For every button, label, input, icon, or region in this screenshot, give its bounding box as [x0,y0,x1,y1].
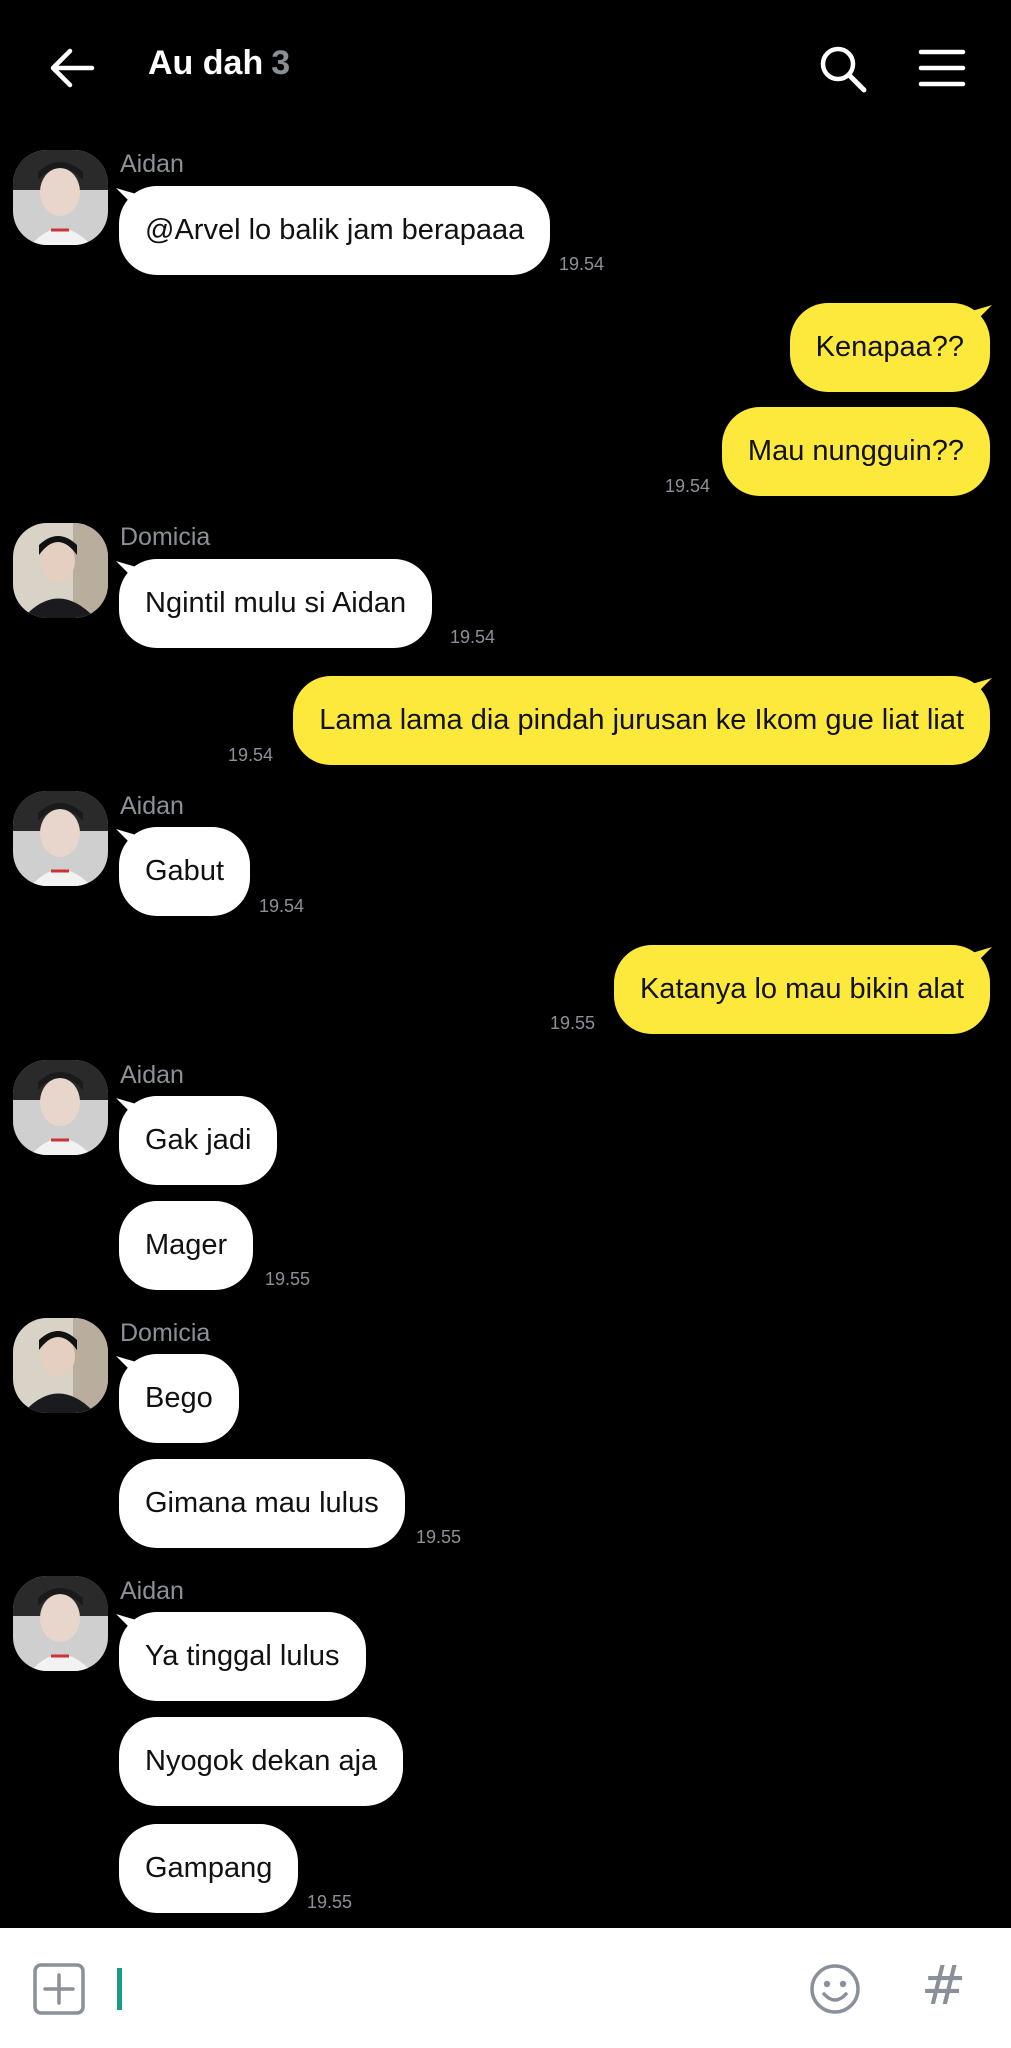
avatar-aidan[interactable] [13,791,108,886]
sender-name: Aidan [120,1061,184,1089]
message-time: 19.54 [450,627,496,647]
message-bubble[interactable]: Gak jadi [119,1096,278,1185]
avatar-aidan[interactable] [13,150,108,245]
message-time: 19.54 [259,896,305,916]
message-bubble[interactable]: Gabut [119,827,250,916]
message-time: 19.55 [265,1269,311,1289]
message-bubble[interactable]: Katanya lo mau bikin alat [613,945,990,1034]
add-attachment-icon[interactable] [32,1962,86,2016]
back-arrow-icon[interactable] [46,42,98,94]
message-input-bar: # [0,1928,1011,2048]
message-bubble[interactable]: Gimana mau lulus [119,1459,405,1548]
chat-screen: Au dah 3 Aidan @Arvel lo balik jam berapa… [0,0,1011,2048]
chat-header: Au dah 3 [0,0,1011,136]
emoji-icon[interactable] [808,1962,862,2016]
avatar-domicia[interactable] [13,523,108,618]
message-bubble[interactable]: Bego [119,1354,239,1443]
chat-title[interactable]: Au dah 3 [148,44,290,83]
message-time: 19.54 [559,254,605,274]
message-time: 19.55 [550,1013,596,1033]
message-time: 19.55 [416,1527,462,1547]
message-bubble[interactable]: Mau nungguin?? [721,407,990,496]
message-time: 19.54 [665,476,711,496]
message-bubble[interactable]: @Arvel lo balik jam berapaaa [119,186,551,275]
message-bubble[interactable]: Ya tinggal lulus [119,1612,366,1701]
avatar-aidan[interactable] [13,1060,108,1155]
search-icon[interactable] [818,44,868,94]
message-bubble[interactable]: Ngintil mulu si Aidan [119,559,433,648]
text-input-cursor[interactable] [117,1968,122,2010]
message-time: 19.55 [307,1892,353,1912]
avatar-aidan[interactable] [13,1576,108,1671]
chat-name: Au dah [148,44,264,82]
message-bubble[interactable]: Nyogok dekan aja [119,1717,404,1806]
message-time: 19.54 [228,745,274,765]
sender-name: Aidan [120,792,184,820]
avatar-domicia[interactable] [13,1318,108,1413]
sender-name: Domicia [120,1319,211,1347]
sender-name: Domicia [120,523,211,551]
member-count: 3 [271,44,291,82]
hamburger-menu-icon[interactable] [918,48,966,88]
sender-name: Aidan [120,150,184,178]
hashtag-icon[interactable]: # [921,1956,971,2016]
message-bubble[interactable]: Kenapaa?? [789,303,990,392]
message-bubble[interactable]: Gampang [119,1824,299,1913]
sender-name: Aidan [120,1577,184,1605]
message-bubble[interactable]: Lama lama dia pindah jurusan ke Ikom gue… [293,676,990,765]
message-bubble[interactable]: Mager [119,1201,254,1290]
